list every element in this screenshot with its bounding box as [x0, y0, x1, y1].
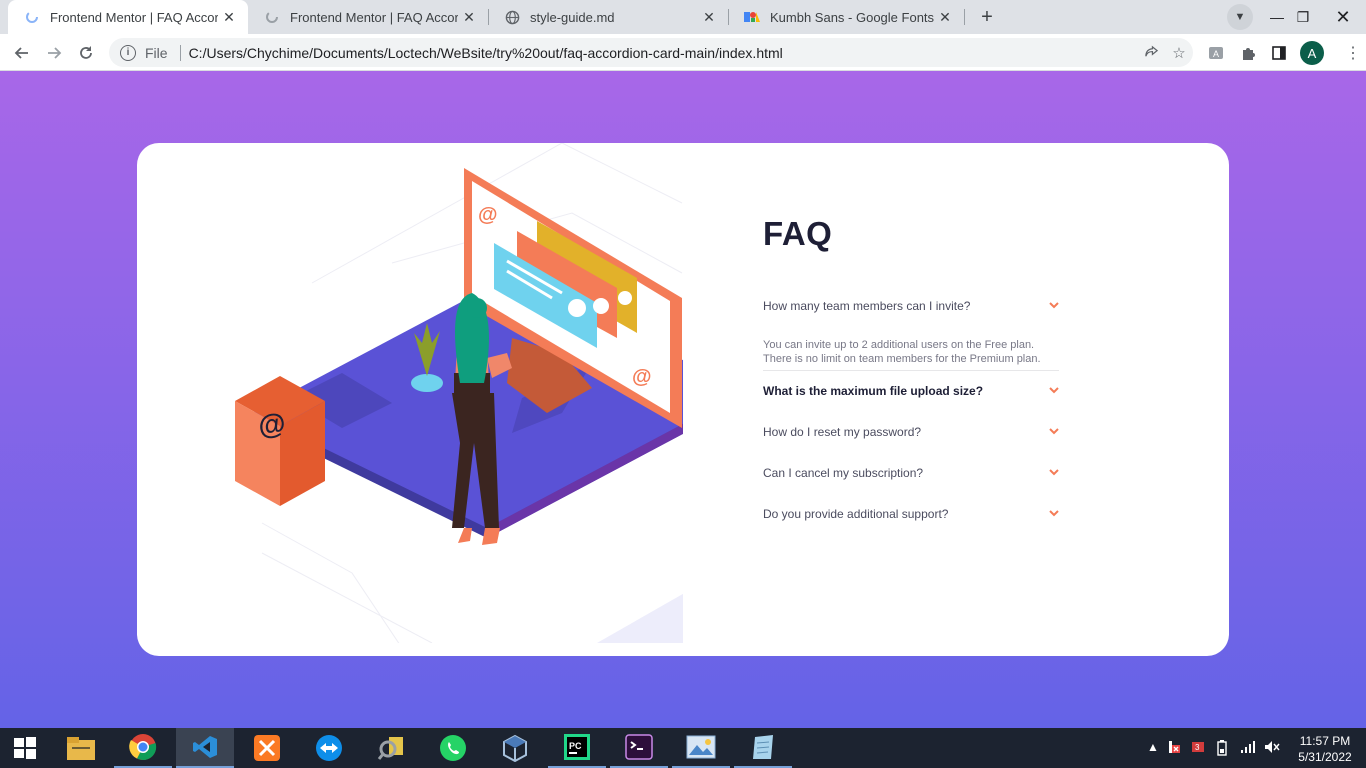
tab-style-guide[interactable]: style-guide.md ✕	[488, 0, 728, 34]
tab-title: Kumbh Sans - Google Fonts	[770, 9, 934, 25]
page-viewport: @ @ @ FAQ How many team members can I in…	[0, 71, 1366, 728]
svg-text:PC: PC	[569, 741, 582, 751]
close-tab-icon[interactable]: ✕	[934, 6, 956, 28]
show-hidden-icons-chevron-icon[interactable]: ▲	[1147, 740, 1159, 754]
tab-google-fonts[interactable]: Kumbh Sans - Google Fonts ✕	[728, 0, 964, 34]
url-scheme-label: File	[145, 44, 168, 61]
browser-menu-icon[interactable]: ⋮	[1340, 40, 1366, 66]
wifi-signal-icon[interactable]	[1240, 740, 1256, 757]
extensions-puzzle-icon[interactable]	[1235, 40, 1261, 66]
svg-text:@: @	[632, 366, 652, 388]
pycharm-icon[interactable]: PC	[548, 728, 606, 768]
notification-badge-icon[interactable]: 3	[1191, 740, 1205, 757]
tab-title: Frontend Mentor | FAQ Accordion	[50, 9, 218, 25]
tab-title: style-guide.md	[530, 9, 615, 25]
side-panel-icon[interactable]	[1266, 40, 1292, 66]
forward-button[interactable]	[40, 39, 68, 67]
system-clock[interactable]: 11:57 PM 5/31/2022	[1290, 733, 1360, 765]
tab-strip: Frontend Mentor | FAQ Accordion ✕ Fronte…	[0, 0, 1366, 34]
faq-question[interactable]: How do I reset my password?	[763, 423, 1059, 441]
back-button[interactable]	[8, 39, 36, 67]
faq-question[interactable]: Can I cancel my subscription?	[763, 464, 1059, 482]
google-fonts-icon	[744, 9, 760, 25]
profile-avatar[interactable]: A	[1300, 41, 1324, 65]
faq-divider	[763, 370, 1059, 371]
tab-faq-accordion-1[interactable]: Frontend Mentor | FAQ Accordion ✕	[8, 0, 248, 34]
translate-extension-icon[interactable]: A	[1203, 40, 1229, 66]
forward-arrow-icon	[48, 47, 62, 59]
notepad-icon[interactable]	[734, 728, 792, 768]
virtualbox-icon[interactable]	[486, 728, 544, 768]
faq-item[interactable]: Do you provide additional support?	[763, 505, 1059, 523]
chevron-down-icon[interactable]	[1049, 428, 1059, 436]
faq-question[interactable]: Do you provide additional support?	[763, 505, 1059, 523]
whatsapp-icon[interactable]	[424, 728, 482, 768]
faq-answer: You can invite up to 2 additional users …	[763, 339, 1041, 365]
share-icon[interactable]	[1137, 45, 1165, 60]
chevron-down-icon[interactable]	[1049, 510, 1059, 518]
file-explorer-icon[interactable]	[52, 728, 110, 768]
svg-text:A: A	[1213, 49, 1219, 59]
chevron-down-icon[interactable]	[1049, 387, 1059, 395]
faq-item[interactable]: How do I reset my password?	[763, 423, 1059, 441]
xampp-icon[interactable]	[238, 728, 296, 768]
faq-question-text: Can I cancel my subscription?	[763, 466, 924, 480]
battery-icon[interactable]	[1216, 740, 1228, 759]
close-window-button[interactable]: ✕	[1320, 0, 1366, 34]
windows-start-icon[interactable]	[0, 728, 50, 768]
chrome-icon[interactable]	[114, 728, 172, 768]
faq-question-text: Do you provide additional support?	[763, 507, 949, 521]
tab-faq-accordion-2[interactable]: Frontend Mentor | FAQ Accordion ✕	[248, 0, 488, 34]
faq-item[interactable]: How many team members can I invite? You …	[763, 297, 1059, 371]
faq-question[interactable]: How many team members can I invite?	[763, 297, 1059, 315]
new-tab-button[interactable]: +	[973, 3, 1001, 31]
faq-section: FAQ How many team members can I invite? …	[763, 215, 1059, 523]
faq-question[interactable]: What is the maximum file upload size?	[763, 382, 1059, 400]
network-error-icon[interactable]	[1168, 740, 1182, 757]
site-info-icon[interactable]: i	[120, 44, 136, 61]
page-title: FAQ	[763, 215, 833, 252]
tab-title: Frontend Mentor | FAQ Accordion	[290, 9, 458, 25]
photos-icon[interactable]	[672, 728, 730, 768]
reload-button[interactable]	[72, 39, 100, 67]
chevron-down-icon[interactable]	[1049, 302, 1059, 310]
faq-question-text: How many team members can I invite?	[763, 299, 971, 313]
close-tab-icon[interactable]: ✕	[458, 6, 480, 28]
reload-icon	[80, 46, 92, 59]
volume-muted-icon[interactable]	[1264, 740, 1280, 757]
svg-text:3: 3	[1195, 743, 1200, 752]
close-tab-icon[interactable]: ✕	[698, 6, 720, 28]
bookmark-star-icon[interactable]: ☆	[1165, 44, 1193, 62]
tab-search-chevron-icon[interactable]: ▼	[1227, 4, 1253, 30]
woman-online-illustration: @ @ @	[235, 143, 683, 643]
terminal-icon[interactable]	[610, 728, 668, 768]
back-arrow-icon	[14, 47, 28, 59]
clock-date: 5/31/2022	[1298, 750, 1352, 764]
search-tool-icon[interactable]	[362, 728, 420, 768]
frontend-mentor-favicon-icon	[24, 9, 40, 25]
clock-time: 11:57 PM	[1299, 734, 1351, 748]
faq-item[interactable]: What is the maximum file upload size?	[763, 382, 1059, 400]
faq-item[interactable]: Can I cancel my subscription?	[763, 464, 1059, 482]
svg-text:@: @	[256, 407, 287, 441]
url-text[interactable]: C:/Users/Chychime/Documents/Loctech/WeBs…	[189, 45, 1137, 61]
faq-question-text: How do I reset my password?	[763, 425, 922, 439]
windows-taskbar: PC ▲ 3 11:57 PM 5/31/2022	[0, 728, 1366, 768]
teamviewer-icon[interactable]	[300, 728, 358, 768]
address-bar[interactable]: i File C:/Users/Chychime/Documents/Locte…	[109, 38, 1193, 67]
frontend-mentor-favicon-icon	[264, 9, 280, 25]
svg-text:@: @	[478, 204, 498, 226]
faq-card: @ @ @ FAQ How many team members can I in…	[137, 143, 1229, 656]
close-tab-icon[interactable]: ✕	[218, 6, 240, 28]
globe-icon	[504, 9, 520, 25]
faq-question-text: What is the maximum file upload size?	[763, 384, 984, 398]
chevron-down-icon[interactable]	[1049, 469, 1059, 477]
vscode-icon[interactable]	[176, 728, 234, 768]
browser-toolbar: i File C:/Users/Chychime/Documents/Locte…	[0, 34, 1366, 71]
illustration-area: @ @ @	[137, 143, 683, 643]
